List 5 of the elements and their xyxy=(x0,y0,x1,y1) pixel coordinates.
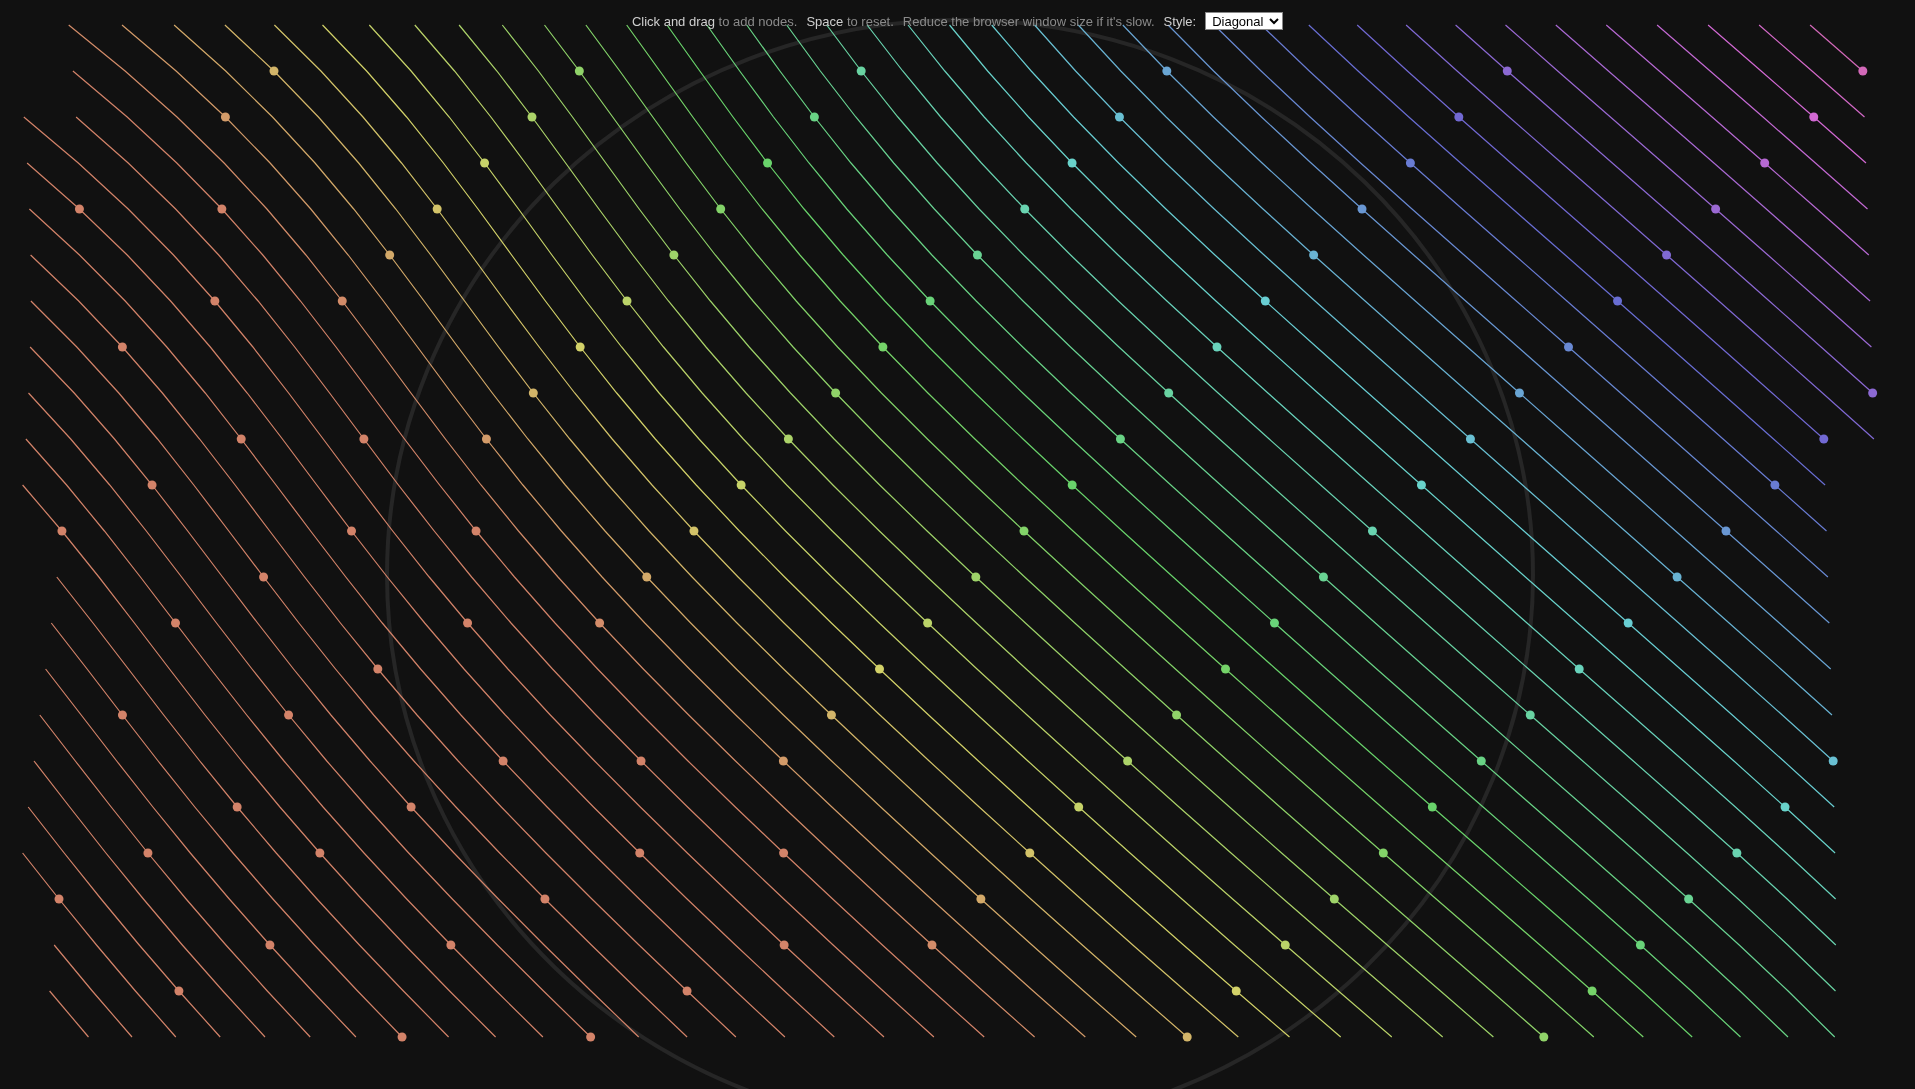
style-label: Style: xyxy=(1163,13,1197,29)
instruction-text: Reduce the browser window size if it's slow. xyxy=(902,13,1155,29)
style-select[interactable]: Diagonal xyxy=(1205,12,1284,30)
instruction-text: Space to reset. xyxy=(806,13,894,29)
instruction-text: Click and drag to add nodes. xyxy=(631,13,798,29)
